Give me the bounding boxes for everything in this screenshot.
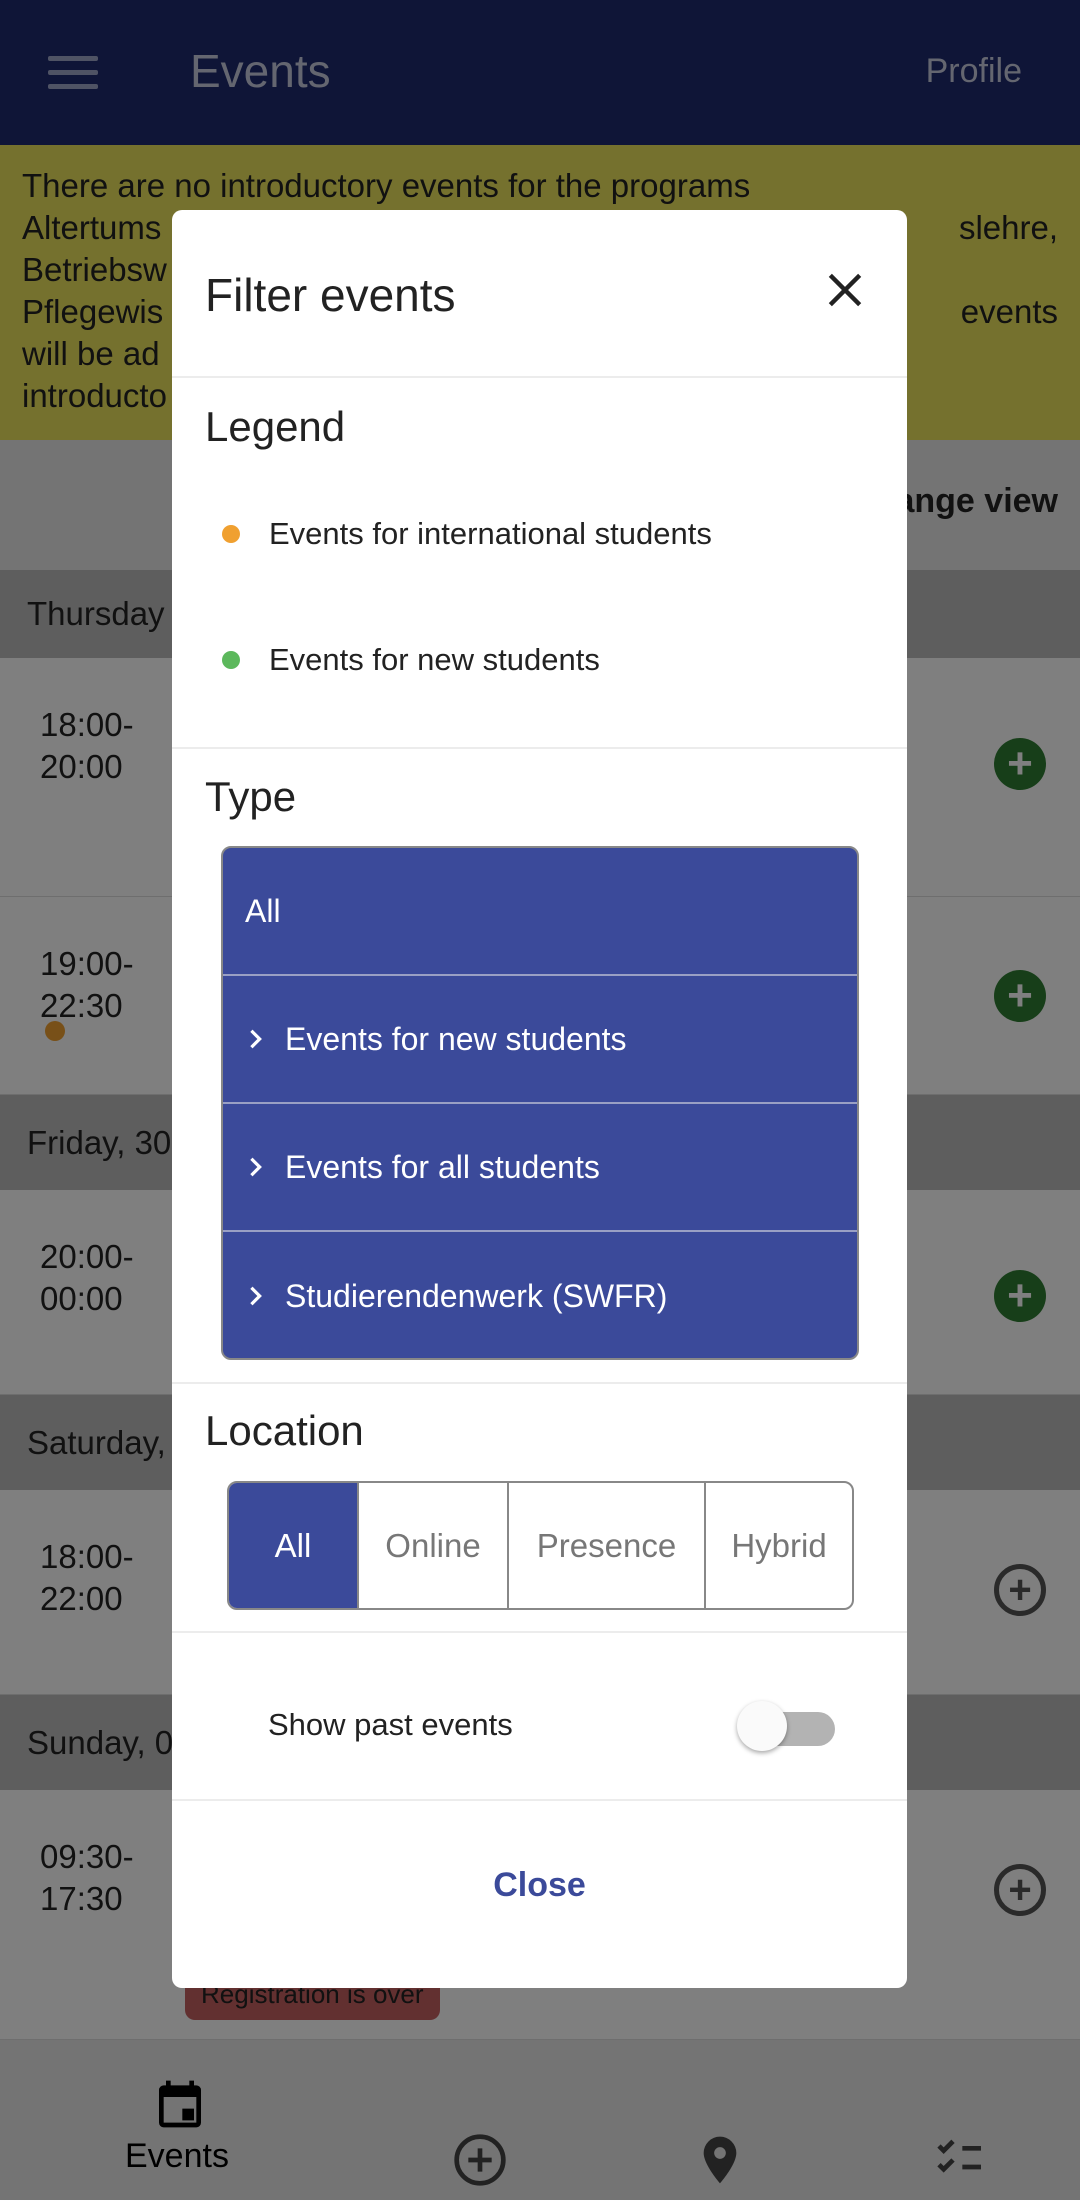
- type-tree: All Events for new students Events for a…: [221, 846, 859, 1360]
- type-item-new-students[interactable]: Events for new students: [223, 976, 857, 1104]
- legend-label: Events for new students: [269, 642, 600, 677]
- type-heading: Type: [205, 773, 297, 820]
- chevron-right-icon[interactable]: [245, 1156, 267, 1178]
- show-past-label: Show past events: [268, 1707, 513, 1742]
- location-hybrid[interactable]: Hybrid: [704, 1483, 852, 1608]
- chevron-right-icon[interactable]: [245, 1285, 267, 1307]
- divider: [172, 747, 907, 749]
- legend-label: Events for international students: [269, 516, 712, 551]
- location-presence[interactable]: Presence: [507, 1483, 704, 1608]
- legend-item: Events for international students: [222, 516, 712, 552]
- location-heading: Location: [205, 1407, 364, 1454]
- divider: [172, 376, 907, 378]
- divider: [172, 1382, 907, 1384]
- location-online[interactable]: Online: [357, 1483, 507, 1608]
- dialog-title: Filter events: [205, 269, 456, 321]
- chevron-right-icon[interactable]: [245, 1028, 267, 1050]
- type-item-all-students[interactable]: Events for all students: [223, 1104, 857, 1232]
- type-label: Studierendenwerk (SWFR): [285, 1277, 668, 1314]
- type-label: Events for all students: [285, 1148, 600, 1185]
- type-item-swfr[interactable]: Studierendenwerk (SWFR): [223, 1232, 857, 1358]
- type-label: All: [245, 892, 281, 929]
- type-item-all[interactable]: All: [223, 848, 857, 976]
- location-segmented: All Online Presence Hybrid: [227, 1481, 854, 1610]
- legend-heading: Legend: [205, 403, 346, 450]
- type-label: Events for new students: [285, 1020, 627, 1057]
- orange-dot-icon: [222, 525, 240, 543]
- location-all[interactable]: All: [229, 1483, 357, 1608]
- green-dot-icon: [222, 651, 240, 669]
- close-icon[interactable]: [823, 268, 867, 312]
- legend-item: Events for new students: [222, 642, 600, 678]
- close-button[interactable]: Close: [172, 1810, 907, 1960]
- divider: [172, 1631, 907, 1633]
- divider: [172, 1799, 907, 1801]
- show-past-toggle[interactable]: [737, 1698, 835, 1754]
- filter-dialog: Filter events Legend Events for internat…: [172, 210, 907, 1988]
